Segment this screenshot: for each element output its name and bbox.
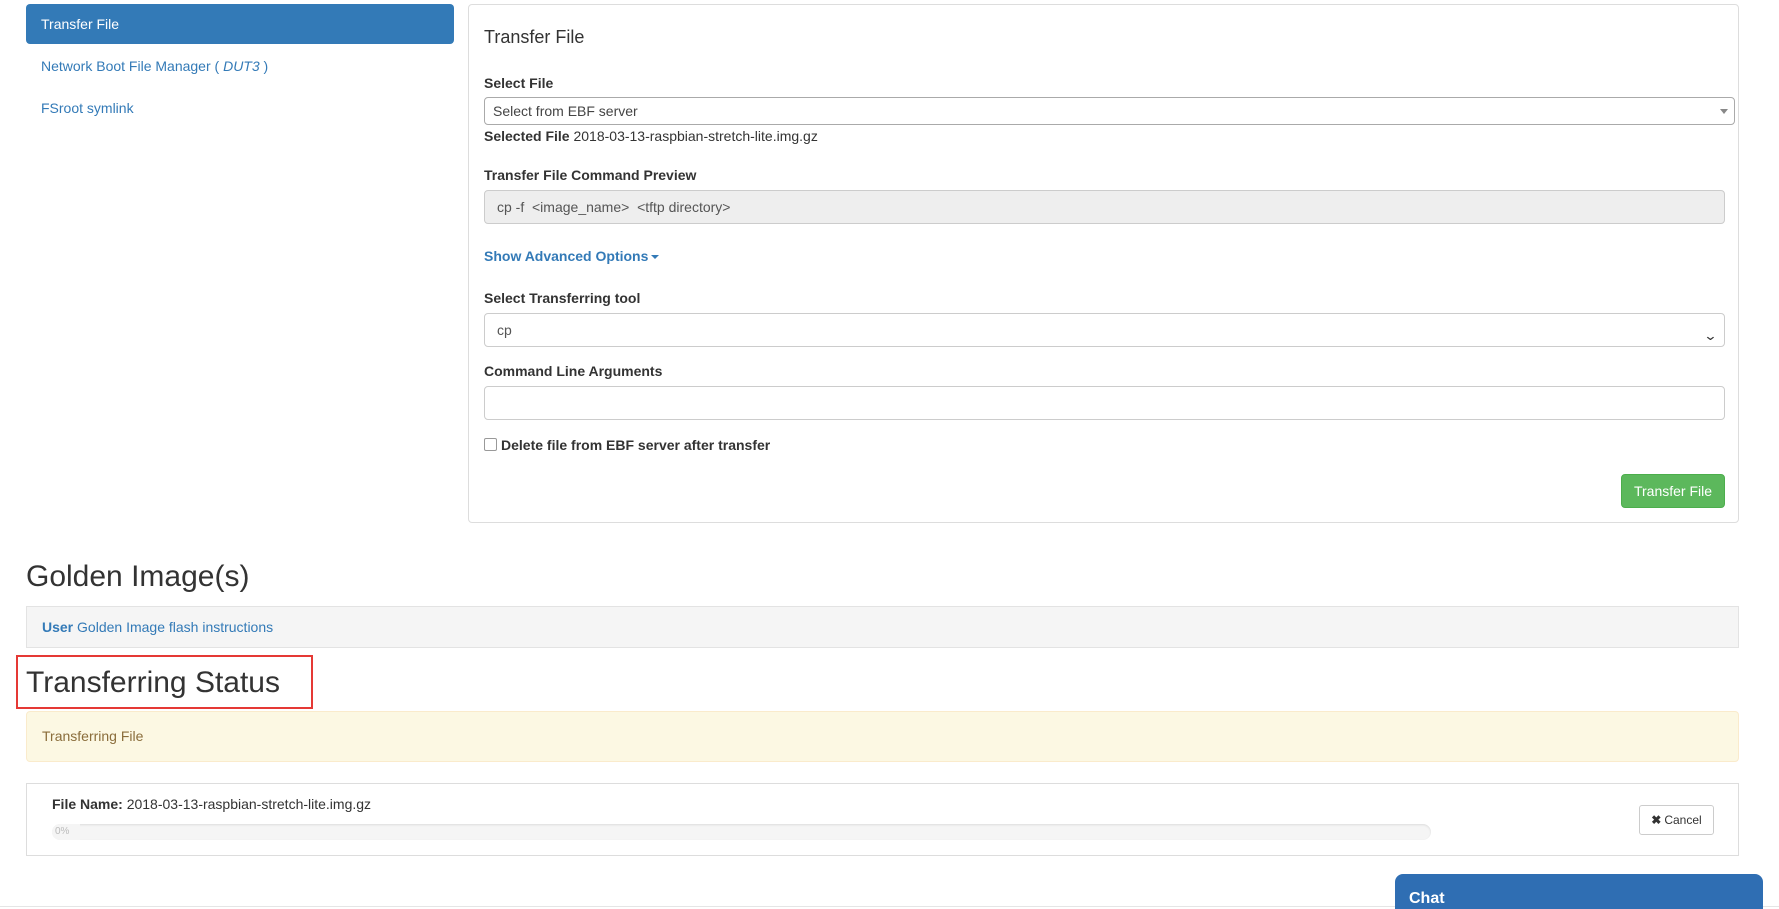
- transfer-file-button[interactable]: Transfer File: [1621, 474, 1725, 508]
- transferring-alert: Transferring File: [26, 711, 1739, 762]
- transferring-status-heading: Transferring Status: [26, 666, 280, 699]
- chat-widget[interactable]: Chat: [1395, 874, 1763, 909]
- selected-file-value: 2018-03-13-raspbian-stretch-lite.img.gz: [573, 128, 818, 144]
- chat-label: Chat: [1409, 890, 1445, 907]
- sidebar-item-transfer-file[interactable]: Transfer File: [26, 4, 454, 44]
- select-file-label: Select File: [484, 75, 554, 91]
- sidebar-item-label: FSroot symlink: [41, 100, 134, 116]
- selected-file-info: Selected File 2018-03-13-raspbian-stretc…: [484, 128, 818, 144]
- user-label: User: [42, 619, 74, 635]
- file-name-label: File Name:: [52, 796, 123, 812]
- tool-label: Select Transferring tool: [484, 290, 641, 306]
- select-file-dropdown[interactable]: Select from EBF server: [484, 97, 1735, 125]
- args-label: Command Line Arguments: [484, 363, 663, 379]
- progress-bar-fill: 0%: [52, 824, 80, 840]
- file-name-value: 2018-03-13-raspbian-stretch-lite.img.gz: [126, 796, 372, 812]
- transfer-file-panel: Transfer File Select File Select from EB…: [468, 4, 1739, 523]
- cancel-button[interactable]: ✖ Cancel: [1639, 805, 1714, 835]
- caret-down-icon: [1720, 109, 1728, 114]
- sidebar-item-label: Transfer File: [41, 16, 120, 32]
- caret-down-icon: [651, 255, 660, 260]
- sidebar-item-dut-label: DUT3: [223, 58, 260, 74]
- transfer-progress-bar: 0%: [52, 824, 1431, 840]
- golden-image-instructions-link[interactable]: Golden Image flash instructions: [77, 619, 273, 635]
- file-name-info: File Name: 2018-03-13-raspbian-stretch-l…: [52, 796, 371, 812]
- chevron-down-icon: ⌄: [1703, 328, 1718, 343]
- close-icon: ✖: [1651, 813, 1662, 827]
- select-file-value: Select from EBF server: [493, 103, 638, 119]
- file-transfer-card: File Name: 2018-03-13-raspbian-stretch-l…: [26, 783, 1739, 856]
- command-line-arguments-input[interactable]: [484, 386, 1725, 420]
- delete-file-checkbox-label: Delete file from EBF server after transf…: [501, 437, 771, 453]
- sidebar-nav: Transfer File Network Boot File Manager …: [26, 4, 454, 130]
- cancel-button-label: Cancel: [1664, 813, 1702, 827]
- golden-images-heading: Golden Image(s): [26, 560, 250, 593]
- sidebar-item-label: Network Boot File Manager (: [41, 58, 224, 74]
- sidebar-item-fsroot-symlink[interactable]: FSroot symlink: [26, 88, 454, 128]
- show-advanced-options-link[interactable]: Show Advanced Options: [484, 248, 660, 264]
- tool-select-value: cp: [497, 322, 512, 338]
- command-preview: cp -f <image_name> <tftp directory>: [484, 190, 1725, 224]
- selected-file-label: Selected File: [484, 128, 570, 144]
- sidebar-item-network-boot-file-manager[interactable]: Network Boot File Manager ( DUT3 ): [26, 46, 454, 86]
- preview-label: Transfer File Command Preview: [484, 167, 697, 183]
- golden-image-instructions: User Golden Image flash instructions: [26, 606, 1739, 648]
- sidebar-item-label-suffix: ): [259, 58, 269, 74]
- transferring-tool-select[interactable]: cp ⌄: [484, 313, 1725, 347]
- delete-file-checkbox[interactable]: [484, 438, 497, 451]
- advanced-link-label: Show Advanced Options: [484, 248, 649, 264]
- panel-title: Transfer File: [484, 27, 585, 47]
